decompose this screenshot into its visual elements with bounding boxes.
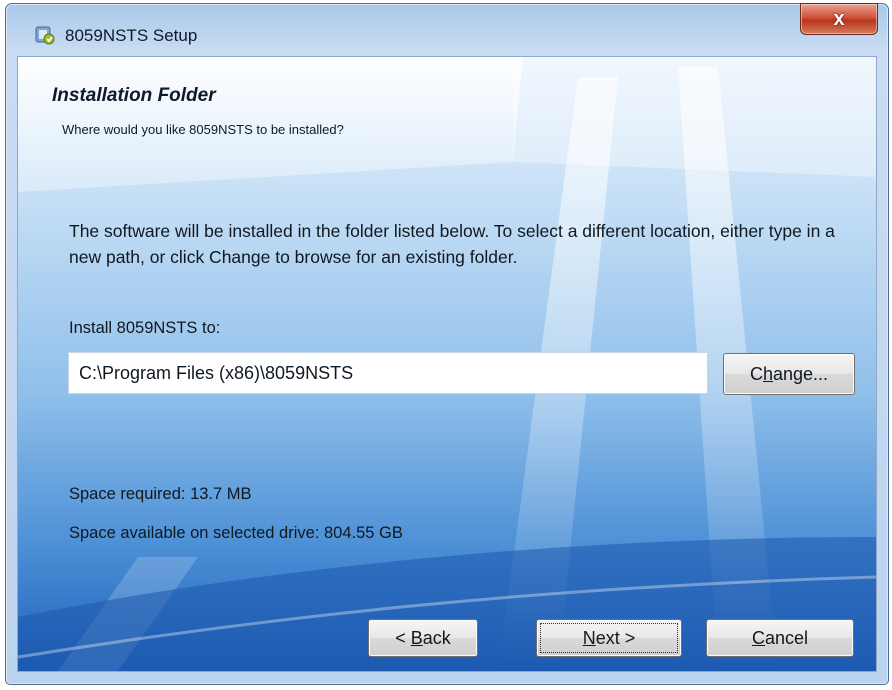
setup-window: 8059NSTS Setup x Installation Folder Whe… — [5, 3, 889, 685]
space-available-text: Space available on selected drive: 804.5… — [69, 524, 403, 542]
window-title: 8059NSTS Setup — [65, 26, 198, 45]
description-text: The software will be installed in the fo… — [69, 221, 835, 267]
page-subtitle: Where would you like 8059NSTS to be inst… — [62, 122, 344, 137]
next-button[interactable]: Next > — [536, 619, 682, 657]
cancel-button[interactable]: Cancel — [706, 619, 854, 657]
page-title: Installation Folder — [52, 85, 216, 106]
close-icon: x — [833, 7, 845, 30]
space-required-text: Space required: 13.7 MB — [69, 485, 252, 503]
close-button[interactable]: x — [800, 3, 878, 35]
title-bar[interactable]: 8059NSTS Setup x — [6, 3, 888, 64]
back-button[interactable]: < Back — [368, 619, 478, 657]
header-panel: Installation Folder Where would you like… — [18, 57, 876, 192]
dialog-client-area: Installation Folder Where would you like… — [17, 56, 877, 672]
installer-app-icon — [34, 24, 56, 46]
install-path-label: Install 8059NSTS to: — [69, 319, 221, 337]
install-path-field[interactable] — [68, 352, 708, 394]
change-button[interactable]: Ch ange... — [723, 353, 855, 395]
